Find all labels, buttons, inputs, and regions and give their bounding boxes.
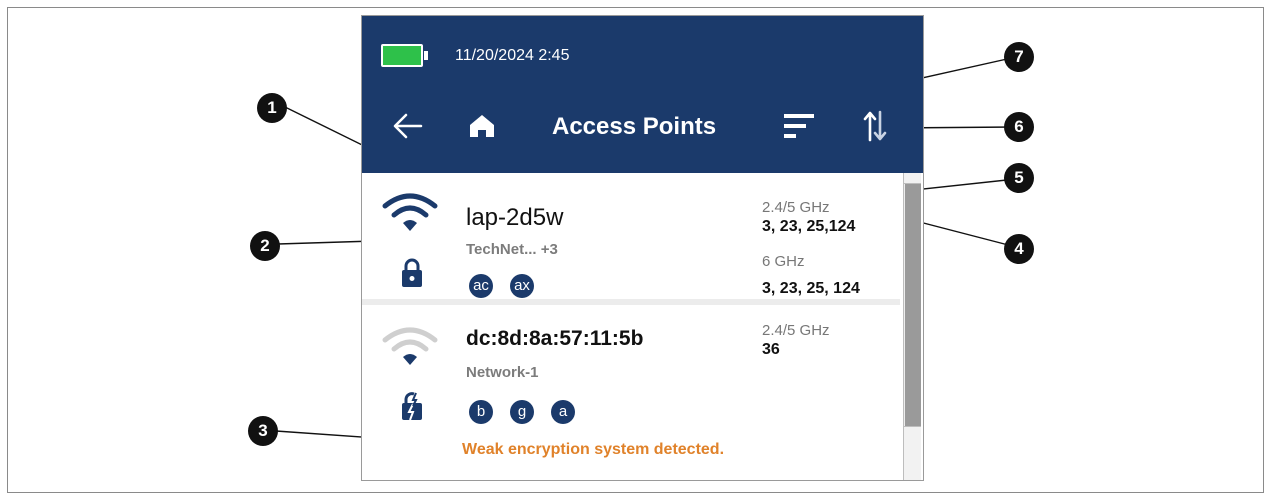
page-title: Access Points bbox=[552, 113, 717, 140]
scroll-thumb[interactable] bbox=[905, 184, 921, 426]
callout-marker: 5 bbox=[1004, 163, 1034, 193]
wifi-strong-icon bbox=[382, 193, 438, 231]
header-bar: 11/20/2024 2:45 Access Points bbox=[362, 16, 923, 173]
band-label: 2.4/5 GHz bbox=[762, 322, 830, 339]
list-item[interactable]: dc:8d:8a:57:11:5b Network-1 b g a 2.4/5 … bbox=[362, 305, 900, 480]
weak-lock-icon bbox=[402, 392, 422, 421]
standard-badge: ax bbox=[510, 274, 534, 298]
standard-badge: ac bbox=[469, 274, 493, 298]
scroll-track-bottom[interactable] bbox=[904, 426, 921, 480]
band-channels: 36 bbox=[762, 341, 780, 358]
ap-network: TechNet... +3 bbox=[466, 241, 558, 258]
band-channels: 3, 23, 25, 124 bbox=[762, 280, 860, 297]
sort-up-down-icon[interactable] bbox=[862, 110, 890, 142]
battery-icon bbox=[381, 44, 428, 67]
device-screen: 11/20/2024 2:45 Access Points lap-2d5w T… bbox=[361, 15, 924, 481]
callout-marker: 6 bbox=[1004, 112, 1034, 142]
callout-marker: 4 bbox=[1004, 234, 1034, 264]
access-point-list: lap-2d5w TechNet... +3 ac ax 2.4/5 GHz 3… bbox=[362, 173, 900, 480]
band-label: 6 GHz bbox=[762, 253, 805, 270]
ap-name: lap-2d5w bbox=[466, 204, 564, 231]
callout-marker: 7 bbox=[1004, 42, 1034, 72]
list-item[interactable]: lap-2d5w TechNet... +3 ac ax 2.4/5 GHz 3… bbox=[362, 173, 900, 299]
standard-badge: a bbox=[551, 400, 575, 424]
callout-marker: 3 bbox=[248, 416, 278, 446]
status-datetime: 11/20/2024 2:45 bbox=[455, 47, 570, 64]
callout-marker: 2 bbox=[250, 231, 280, 261]
ap-network: Network-1 bbox=[466, 364, 539, 381]
band-label: 2.4/5 GHz bbox=[762, 199, 830, 216]
wifi-weak-icon bbox=[382, 327, 438, 365]
standard-badge: g bbox=[510, 400, 534, 424]
scroll-track-top[interactable] bbox=[904, 173, 921, 184]
callout-marker: 1 bbox=[257, 93, 287, 123]
ap-name: dc:8d:8a:57:11:5b bbox=[466, 327, 644, 350]
lock-icon bbox=[402, 258, 422, 287]
warning-text: Weak encryption system detected. bbox=[462, 441, 725, 458]
arrow-left-icon[interactable] bbox=[392, 112, 424, 140]
band-channels: 3, 23, 25,124 bbox=[762, 218, 856, 235]
scrollbar[interactable] bbox=[903, 173, 921, 480]
home-icon[interactable] bbox=[469, 114, 495, 138]
standard-badge: b bbox=[469, 400, 493, 424]
filter-lines-icon[interactable] bbox=[782, 111, 816, 141]
